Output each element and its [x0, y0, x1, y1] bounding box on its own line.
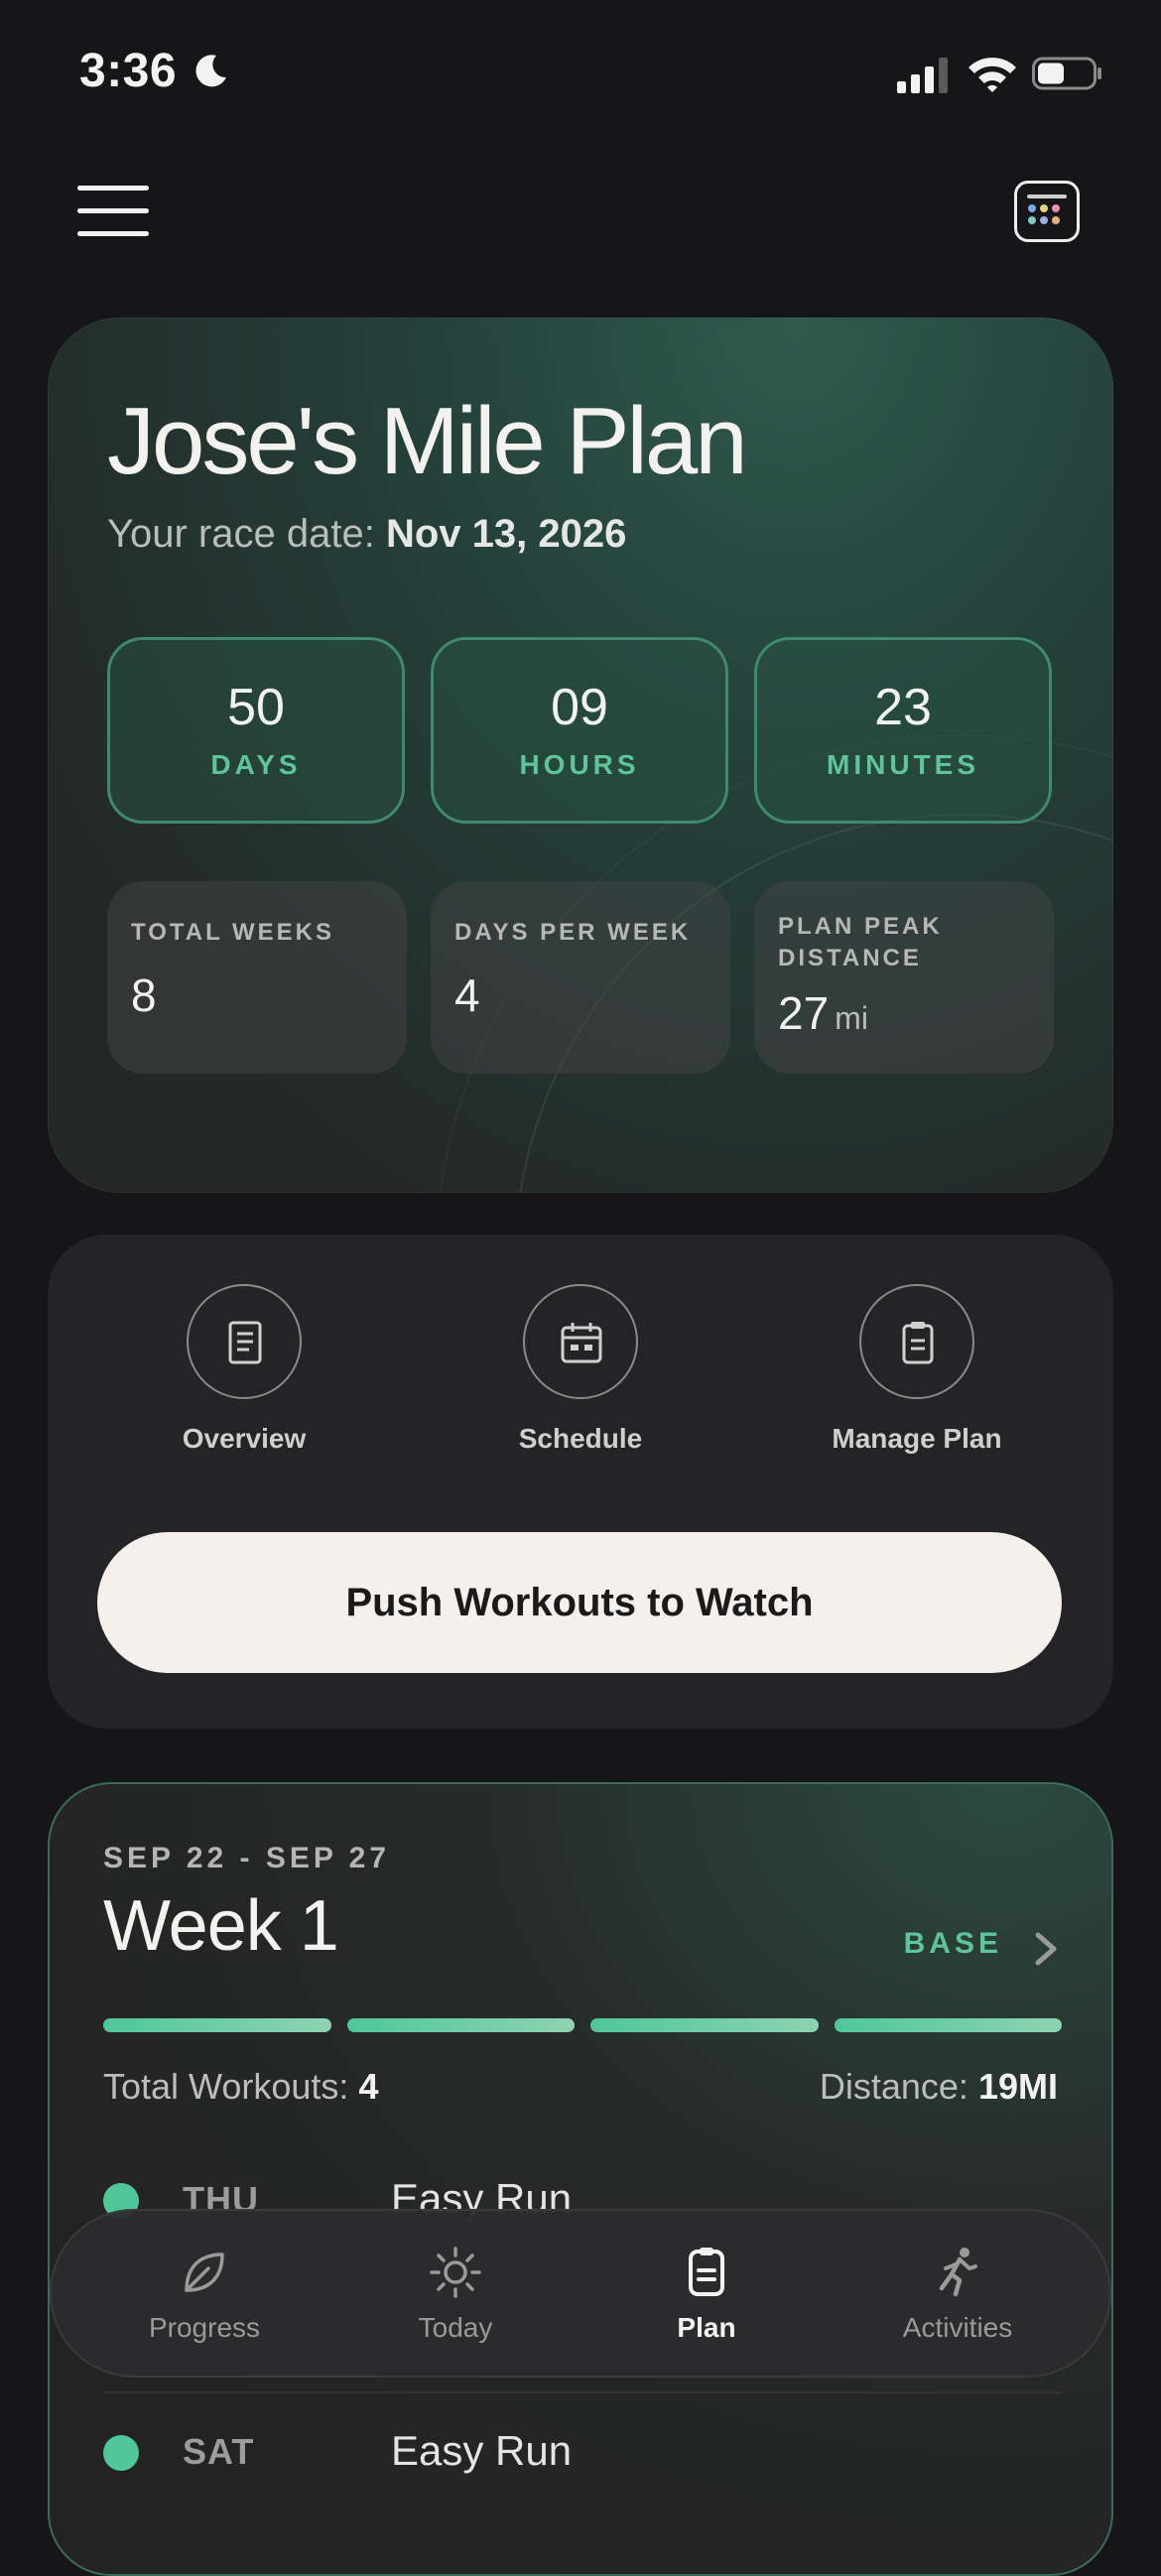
week-title: Week 1	[103, 1886, 339, 1966]
tab-label: Plan	[677, 2312, 736, 2343]
workout-row[interactable]: SAT Easy Run	[103, 2413, 1062, 2493]
status-bar: 3:36	[0, 0, 1161, 149]
race-date-value: Nov 13, 2026	[385, 512, 627, 556]
runner-icon	[939, 2248, 977, 2297]
tab-activities[interactable]: Activities	[858, 2245, 1057, 2344]
workout-name: Easy Run	[391, 2427, 573, 2474]
progress-segment	[590, 2018, 819, 2032]
countdown-days: 50 DAYS	[107, 637, 405, 824]
row-divider	[103, 2391, 1062, 2393]
countdown-value: 23	[874, 679, 932, 736]
overview-button[interactable]: Overview	[125, 1284, 363, 1455]
moon-icon	[195, 55, 226, 87]
stat-label: PLAN PEAK DISTANCE	[778, 913, 943, 971]
progress-segment	[834, 2018, 1062, 2032]
countdown-unit: HOURS	[519, 749, 640, 780]
schedule-button[interactable]: Schedule	[461, 1284, 700, 1455]
tab-today[interactable]: Today	[356, 2245, 555, 2344]
stat-label: TOTAL WEEKS	[131, 919, 335, 946]
leaf-icon	[185, 2253, 224, 2292]
calendar-icon	[561, 1323, 602, 1363]
countdown-hours: 09 HOURS	[431, 637, 728, 824]
week-phase-badge: BASE	[903, 1927, 1002, 1960]
countdown-minutes: 23 MINUTES	[754, 637, 1052, 824]
manage-plan-button[interactable]: Manage Plan	[798, 1284, 1036, 1455]
stat-value: 8	[131, 969, 157, 1021]
schedule-icon-circle	[523, 1284, 638, 1399]
overview-icon-circle	[187, 1284, 302, 1399]
week-distance: Distance: 19MI	[820, 2066, 1058, 2108]
week-date-range: SEP 22 - SEP 27	[103, 1842, 391, 1874]
calendar-grid-button[interactable]	[1014, 181, 1080, 242]
clipboard-icon	[902, 1322, 934, 1364]
workout-day: SAT	[183, 2431, 255, 2472]
manage-plan-icon-circle	[859, 1284, 974, 1399]
stat-peak-distance: PLAN PEAK DISTANCE 27 mi	[754, 881, 1054, 1074]
overview-label: Overview	[182, 1423, 307, 1454]
stat-total-weeks: TOTAL WEEKS 8	[107, 881, 407, 1074]
schedule-label: Schedule	[518, 1423, 643, 1454]
stat-days-per-week: DAYS PER WEEK 4	[431, 881, 730, 1074]
week-progress-bar	[103, 2018, 1062, 2032]
stat-unit: mi	[835, 1000, 868, 1036]
progress-segment	[103, 2018, 331, 2032]
countdown-unit: DAYS	[210, 749, 302, 780]
week-card[interactable]: SEP 22 - SEP 27 Week 1 BASE Total Workou…	[48, 1782, 1113, 2576]
battery-icon	[1032, 57, 1101, 90]
total-workouts: Total Workouts: 4	[103, 2066, 378, 2108]
wifi-icon	[968, 58, 1016, 92]
chevron-right-icon[interactable]	[1032, 1929, 1060, 1969]
total-workouts-value: 4	[358, 2066, 379, 2107]
calendar-grid-icon	[1027, 194, 1067, 224]
push-workouts-button[interactable]: Push Workouts to Watch	[97, 1532, 1062, 1673]
race-date-line: Your race date: Nov 13, 2026	[107, 512, 626, 557]
workout-status-dot	[103, 2435, 139, 2471]
plan-actions-card: Overview Schedule Manage Plan Push Worko…	[48, 1234, 1113, 1729]
stat-label: DAYS PER WEEK	[454, 919, 692, 946]
countdown-value: 50	[227, 679, 285, 736]
hamburger-menu-icon[interactable]	[77, 184, 149, 239]
stat-value: 27	[778, 987, 830, 1039]
bottom-tab-bar: Progress Today Plan Activities	[50, 2209, 1111, 2378]
tab-label: Today	[418, 2312, 493, 2343]
plan-summary-card: Jose's Mile Plan Your race date: Nov 13,…	[48, 318, 1113, 1193]
tab-progress[interactable]: Progress	[105, 2245, 304, 2344]
plan-title: Jose's Mile Plan	[107, 388, 748, 494]
progress-segment	[346, 2018, 575, 2032]
race-date-label: Your race date:	[107, 512, 375, 556]
manage-plan-label: Manage Plan	[832, 1423, 1002, 1454]
cellular-signal-icon	[897, 58, 948, 93]
distance-label: Distance:	[819, 2066, 968, 2107]
countdown-unit: MINUTES	[827, 749, 979, 780]
stat-value-line: 27 mi	[778, 986, 1030, 1040]
stat-value: 4	[454, 969, 480, 1021]
countdown-value: 09	[551, 679, 608, 736]
status-time: 3:36	[79, 45, 178, 97]
tab-label: Progress	[148, 2312, 261, 2343]
total-workouts-label: Total Workouts:	[103, 2066, 349, 2107]
tab-plan[interactable]: Plan	[607, 2245, 806, 2344]
tab-label: Activities	[902, 2312, 1013, 2343]
document-icon	[228, 1321, 262, 1364]
sun-icon	[430, 2247, 481, 2298]
distance-value: 19MI	[977, 2066, 1058, 2107]
clipboard-icon	[689, 2248, 724, 2296]
